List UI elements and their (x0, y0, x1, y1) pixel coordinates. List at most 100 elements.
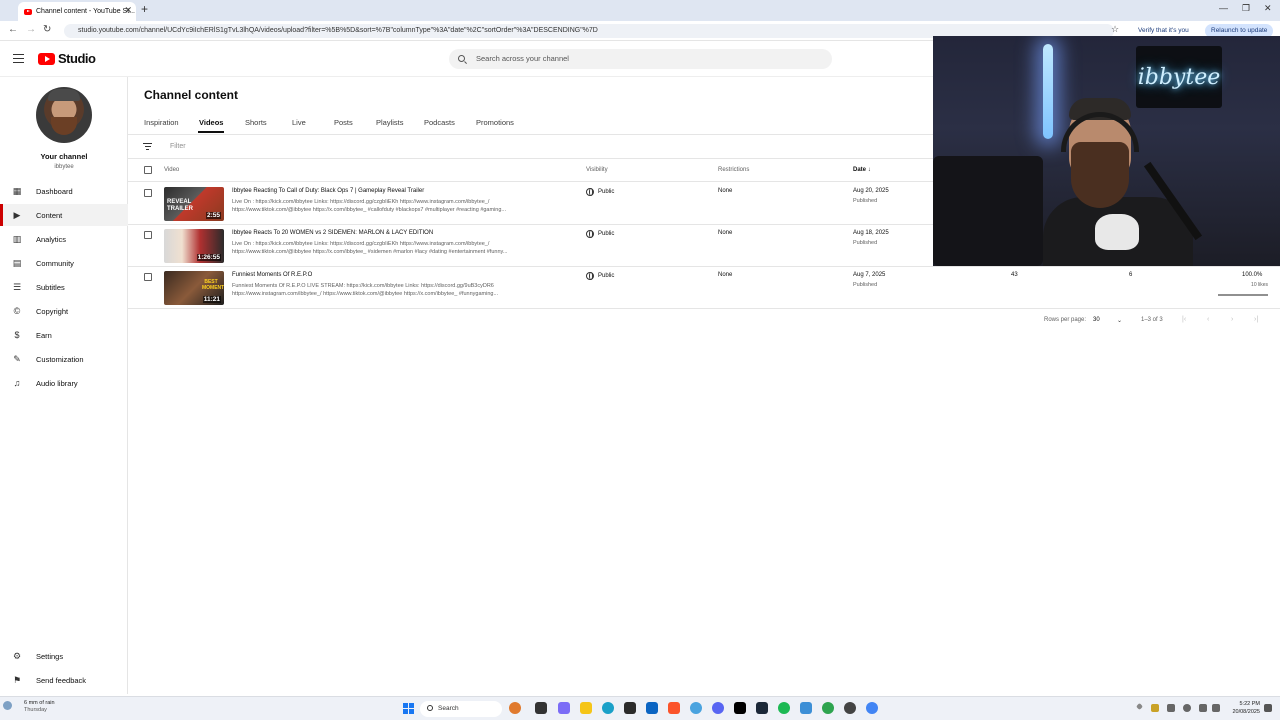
tray-chevron-icon[interactable] (1135, 702, 1144, 711)
sidebar-item-settings[interactable]: ⚙ Settings (0, 645, 128, 667)
minimize-icon[interactable]: — (1219, 3, 1228, 13)
channel-avatar[interactable] (36, 87, 92, 143)
sidebar-item-copyright[interactable]: © Copyright (0, 300, 128, 322)
sidebar-item-label: Dashboard (36, 186, 73, 196)
column-header-date[interactable]: Date ↓ (853, 167, 871, 173)
last-page-icon[interactable]: ›| (1254, 316, 1258, 323)
back-icon[interactable]: ← (8, 24, 18, 35)
tray-app-icon[interactable] (1151, 704, 1159, 712)
store-app-icon[interactable] (624, 702, 636, 714)
chrome-app-icon[interactable] (690, 702, 702, 714)
tab-shorts[interactable]: Shorts (245, 118, 267, 127)
status-value: Published (853, 240, 878, 246)
reload-icon[interactable]: ↻ (43, 24, 51, 35)
microphone-icon[interactable] (1183, 704, 1191, 712)
video-thumbnail[interactable]: BEST MOMENTS 11:21 (164, 271, 224, 305)
system-clock[interactable]: 5:22 PM 20/08/2025 (1224, 700, 1260, 716)
row-checkbox[interactable] (144, 231, 152, 239)
sidebar-item-dashboard[interactable]: ▦ Dashboard (0, 180, 128, 202)
sidebar-item-analytics[interactable]: ▥ Analytics (0, 228, 128, 250)
obs-app-icon[interactable] (734, 702, 746, 714)
close-tab-icon[interactable]: ✕ (124, 5, 132, 16)
close-window-icon[interactable]: ✕ (1264, 3, 1272, 14)
tab-inspiration[interactable]: Inspiration (144, 118, 179, 127)
new-tab-icon[interactable]: + (141, 2, 148, 16)
sidebar-item-send-feedback[interactable]: ⚑ Send feedback (0, 669, 128, 691)
community-icon: ▤ (12, 258, 22, 268)
steam-app-icon[interactable] (756, 702, 768, 714)
windows-start-icon[interactable] (403, 703, 414, 714)
tab-live[interactable]: Live (292, 118, 306, 127)
file-explorer-icon[interactable] (580, 702, 592, 714)
weather-widget[interactable]: 6 mm of rain Thursday (3, 700, 55, 714)
chrome-active-icon[interactable] (866, 702, 878, 714)
filter-input[interactable]: Filter (170, 143, 186, 150)
restrictions-value: None (718, 188, 733, 194)
widget-app-icon[interactable] (558, 702, 570, 714)
prev-page-icon[interactable]: ‹ (1207, 316, 1209, 323)
row-checkbox[interactable] (144, 273, 152, 281)
filter-icon[interactable] (143, 143, 152, 150)
sidebar-item-subtitles[interactable]: ☰ Subtitles (0, 276, 128, 298)
streamer (1043, 98, 1193, 266)
video-title[interactable]: Funniest Moments Of R.E.P.O (232, 272, 312, 278)
column-header-restrictions[interactable]: Restrictions (718, 167, 749, 173)
tab-playlists[interactable]: Playlists (376, 118, 404, 127)
discord-app-icon[interactable] (712, 702, 724, 714)
sidebar-item-community[interactable]: ▤ Community (0, 252, 128, 274)
search-icon (427, 705, 433, 711)
analytics-icon: ▥ (12, 234, 22, 244)
forward-icon[interactable]: → (26, 24, 36, 35)
studio-logo[interactable]: Studio (38, 51, 96, 66)
bookmark-star-icon[interactable]: ☆ (1111, 24, 1119, 35)
tab-posts[interactable]: Posts (334, 118, 353, 127)
spotify-app-icon[interactable] (778, 702, 790, 714)
sidebar-item-audio-library[interactable]: ♫ Audio library (0, 372, 128, 394)
visibility-cell[interactable]: Public (586, 230, 614, 238)
visibility-value: Public (598, 189, 615, 195)
sidebar-item-label: Subtitles (36, 282, 65, 292)
visibility-cell[interactable]: Public (586, 272, 614, 280)
search-input[interactable]: Search across your channel (449, 49, 832, 69)
weather-day: Thursday (24, 707, 47, 713)
wifi-icon[interactable] (1199, 704, 1207, 712)
tray-app-icon[interactable] (1167, 704, 1175, 712)
menu-icon[interactable] (13, 54, 24, 63)
volume-icon[interactable] (1212, 704, 1220, 712)
tab-promotions[interactable]: Promotions (476, 118, 514, 127)
video-title[interactable]: Ibbytee Reacts To 20 WOMEN vs 2 SIDEMEN:… (232, 230, 433, 236)
app-icon[interactable] (800, 702, 812, 714)
edge-browser-icon[interactable] (602, 702, 614, 714)
video-thumbnail[interactable]: REVEAL TRAILER 2:55 (164, 187, 224, 221)
table-row[interactable]: BEST MOMENTS 11:21 Funniest Moments Of R… (128, 267, 1280, 309)
visibility-cell[interactable]: Public (586, 188, 614, 196)
maximize-icon[interactable]: ❐ (1242, 3, 1250, 14)
rows-per-page-select[interactable]: 30 (1093, 317, 1100, 323)
notification-icon[interactable] (1264, 704, 1272, 712)
date-value: Aug 18, 2025 (853, 230, 889, 236)
your-channel-label[interactable]: Your channel (0, 152, 128, 161)
tab-videos[interactable]: Videos (199, 118, 223, 127)
sidebar-item-customization[interactable]: ✎ Customization (0, 348, 128, 370)
chrome-profile-icon[interactable] (822, 702, 834, 714)
task-view-icon[interactable] (535, 702, 547, 714)
next-page-icon[interactable]: › (1231, 316, 1233, 323)
copilot-app-icon[interactable] (509, 702, 521, 714)
video-thumbnail[interactable]: 1:26:55 (164, 229, 224, 263)
sidebar-item-content[interactable]: ▶ Content (0, 204, 128, 226)
outlook-app-icon[interactable] (646, 702, 658, 714)
video-description: Live On : https://kick.com/ibbytee Links… (232, 241, 508, 255)
video-title[interactable]: Ibbytee Reacting To Call of Duty: Black … (232, 188, 424, 194)
tab-podcasts[interactable]: Podcasts (424, 118, 455, 127)
first-page-icon[interactable]: |‹ (1182, 316, 1186, 323)
select-all-checkbox[interactable] (144, 166, 152, 174)
app-icon[interactable] (844, 702, 856, 714)
taskbar-search[interactable]: Search (420, 701, 502, 717)
brave-browser-icon[interactable] (668, 702, 680, 714)
row-checkbox[interactable] (144, 189, 152, 197)
browser-tab[interactable]: Channel content - YouTube St... ✕ (18, 2, 136, 21)
chevron-down-icon[interactable]: ⌄ (1117, 317, 1122, 324)
column-header-visibility[interactable]: Visibility (586, 167, 608, 173)
sidebar-item-earn[interactable]: $ Earn (0, 324, 128, 346)
thumbnail-text: BEST MOMENTS (202, 279, 224, 291)
